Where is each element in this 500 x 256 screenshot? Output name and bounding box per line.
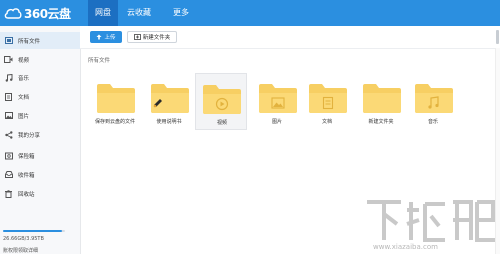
upload-label: 上传 bbox=[104, 35, 116, 41]
watermark: www.xiazaiba.com bbox=[363, 196, 497, 254]
sidebar-item-label: 保险箱 bbox=[18, 153, 35, 160]
sidebar-item-label: 我的分享 bbox=[18, 132, 41, 139]
sidebar-item-label: 文档 bbox=[18, 94, 30, 101]
recycle-bin-icon bbox=[4, 189, 13, 198]
folder-item[interactable]: 使用说明书 bbox=[145, 75, 193, 130]
logo: 360云盘 bbox=[4, 4, 88, 22]
sidebar-item-inbox[interactable]: 收件箱 bbox=[0, 166, 80, 183]
sidebar: 所有文件 视频 音乐 文档 图片 我的分享 保险箱 收件箱 回收站 bbox=[0, 26, 81, 254]
new-folder-button[interactable]: 新建文件夹 bbox=[127, 31, 177, 43]
sidebar-item-images[interactable]: 图片 bbox=[0, 107, 80, 124]
video-folder-icon bbox=[203, 84, 241, 114]
folder-item-selected[interactable]: 视频 bbox=[195, 73, 247, 130]
breadcrumb[interactable]: 所有文件 bbox=[88, 56, 110, 64]
sidebar-item-video[interactable]: 视频 bbox=[0, 51, 80, 68]
upload-icon bbox=[96, 34, 102, 40]
cloud-logo-icon bbox=[4, 6, 22, 20]
sidebar-item-documents[interactable]: 文档 bbox=[0, 88, 80, 105]
storage-progress-bar bbox=[3, 230, 65, 232]
folder-label: 新建文件夹 bbox=[368, 119, 394, 125]
folder-label: 图片 bbox=[271, 119, 282, 125]
storage-usage-text: 26.66GB/3.95TB bbox=[3, 236, 44, 242]
folder-icon bbox=[363, 83, 401, 113]
sidebar-item-recycle-bin[interactable]: 回收站 bbox=[0, 185, 80, 202]
image-folder-icon bbox=[259, 83, 297, 113]
storage-subtext[interactable]: 账权限领取详细 bbox=[3, 247, 38, 254]
share-icon bbox=[4, 130, 13, 139]
video-icon bbox=[4, 55, 13, 64]
folder-label: 保存到云盘的文件 bbox=[94, 119, 135, 125]
tab-more-label: 更多 bbox=[173, 8, 189, 17]
sidebar-item-music[interactable]: 音乐 bbox=[0, 69, 80, 86]
tab-more[interactable]: 更多 bbox=[164, 0, 198, 26]
folder-item[interactable]: 文档 bbox=[303, 75, 351, 130]
storage-progress-fill bbox=[3, 230, 62, 232]
folder-item[interactable]: 图片 bbox=[253, 75, 301, 130]
new-folder-icon bbox=[133, 34, 141, 40]
sidebar-item-label: 音乐 bbox=[18, 75, 30, 82]
folder-label: 文档 bbox=[321, 119, 332, 125]
scrollbar-thumb[interactable] bbox=[496, 30, 499, 44]
folder-label: 使用说明书 bbox=[156, 119, 182, 125]
tab-netdisk[interactable]: 网盘 bbox=[88, 0, 118, 26]
document-folder-icon bbox=[309, 83, 347, 113]
tab-cloud-favorites-label: 云收藏 bbox=[127, 8, 151, 17]
tab-cloud-favorites[interactable]: 云收藏 bbox=[122, 0, 156, 26]
folder-label: 视频 bbox=[216, 120, 227, 126]
inbox-icon bbox=[4, 170, 13, 179]
new-folder-label: 新建文件夹 bbox=[142, 35, 171, 41]
music-icon bbox=[4, 73, 13, 82]
sidebar-item-label: 收件箱 bbox=[18, 172, 35, 179]
music-folder-icon bbox=[415, 83, 453, 113]
folder-label: 音乐 bbox=[427, 119, 438, 125]
sidebar-item-label: 所有文件 bbox=[18, 38, 41, 45]
folder-item[interactable]: 新建文件夹 bbox=[357, 75, 405, 130]
sidebar-item-my-shares[interactable]: 我的分享 bbox=[0, 126, 80, 143]
top-bar: 360云盘 网盘 云收藏 更多 bbox=[0, 0, 500, 26]
sidebar-item-safe[interactable]: 保险箱 bbox=[0, 147, 80, 164]
upload-button[interactable]: 上传 bbox=[90, 31, 122, 43]
logo-text: 360云盘 bbox=[24, 6, 71, 21]
safe-icon bbox=[4, 151, 13, 160]
sidebar-item-label: 回收站 bbox=[18, 191, 35, 198]
all-files-icon bbox=[4, 36, 13, 45]
watermark-url: www.xiazaiba.com bbox=[373, 243, 438, 251]
folder-icon bbox=[97, 83, 135, 113]
toolbar: 上传 新建文件夹 bbox=[80, 26, 500, 49]
sidebar-item-label: 图片 bbox=[18, 113, 30, 120]
image-icon bbox=[4, 111, 13, 120]
tab-netdisk-label: 网盘 bbox=[95, 8, 111, 17]
folder-item[interactable]: 保存到云盘的文件 bbox=[91, 75, 139, 130]
folder-item[interactable]: 音乐 bbox=[409, 75, 457, 130]
document-icon bbox=[4, 92, 13, 101]
sidebar-item-all-files[interactable]: 所有文件 bbox=[0, 32, 80, 49]
sidebar-item-label: 视频 bbox=[18, 57, 30, 64]
folder-icon bbox=[151, 83, 189, 113]
